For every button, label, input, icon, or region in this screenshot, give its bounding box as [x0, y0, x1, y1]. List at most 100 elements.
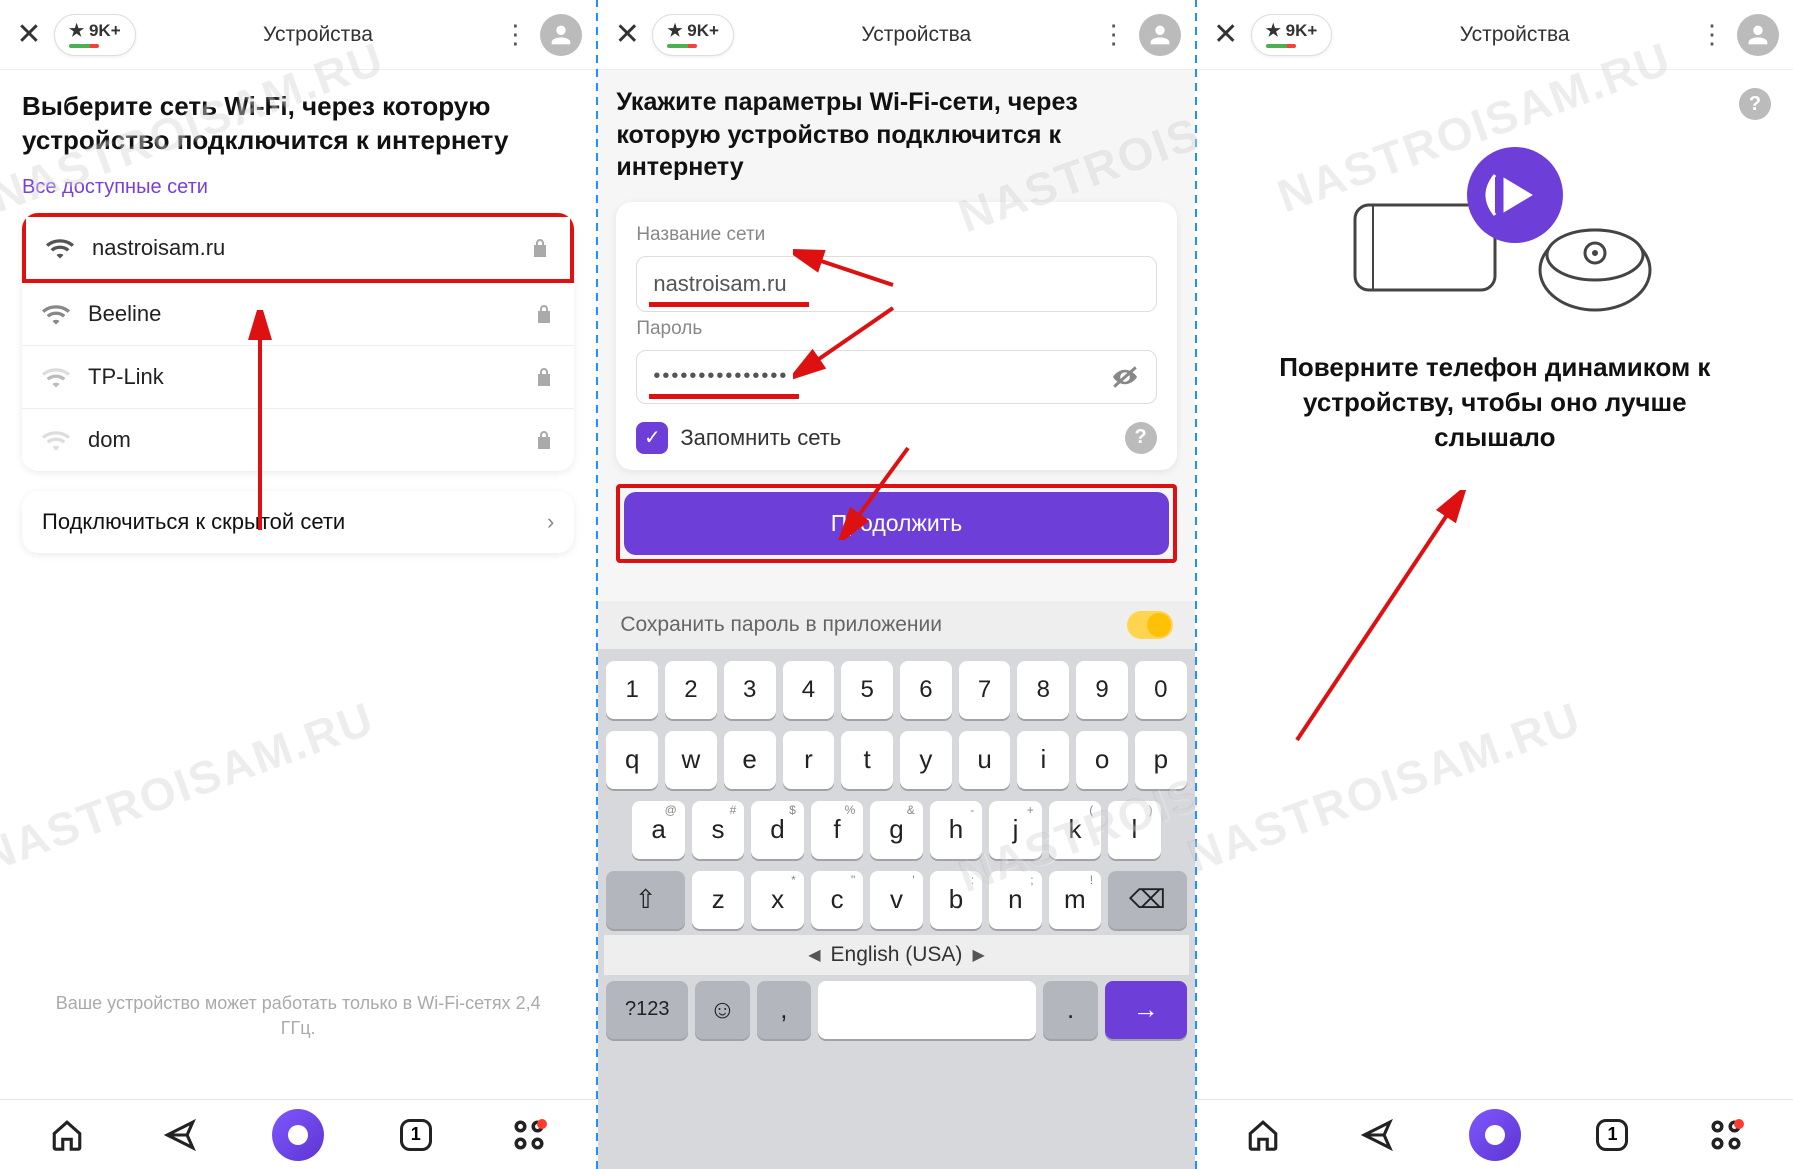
wifi-name: nastroisam.ru: [92, 235, 512, 261]
nav-alice-button[interactable]: [1469, 1109, 1521, 1161]
tab-progress-bar: [69, 44, 99, 48]
continue-button[interactable]: Продолжить: [624, 492, 1168, 555]
key-4[interactable]: 4: [783, 661, 835, 719]
network-name-input[interactable]: nastroisam.ru: [636, 256, 1156, 312]
password-mask: •••••••••••••••: [653, 365, 1109, 388]
tab-chip[interactable]: ★ 9K+: [652, 14, 734, 56]
keyboard: 1234567890 qwertyuiop a@s#d$f%g&h-j+k(l)…: [598, 649, 1194, 1169]
key-0[interactable]: 0: [1135, 661, 1187, 719]
chevron-right-icon: ▶: [972, 945, 984, 965]
nav-services-icon[interactable]: [507, 1113, 551, 1157]
wifi-row-beeline[interactable]: Beeline: [22, 283, 574, 346]
help-icon[interactable]: ?: [1125, 422, 1157, 454]
key-w[interactable]: w: [665, 731, 717, 789]
save-password-toggle[interactable]: [1127, 611, 1173, 639]
key-enter[interactable]: →: [1105, 981, 1187, 1039]
key-i[interactable]: i: [1017, 731, 1069, 789]
close-icon[interactable]: ✕: [14, 17, 44, 52]
wifi-row-dom[interactable]: dom: [22, 409, 574, 471]
key-q[interactable]: q: [606, 731, 658, 789]
key-p[interactable]: p: [1135, 731, 1187, 789]
nav-tabs-icon[interactable]: 1: [394, 1113, 438, 1157]
wifi-icon: [42, 429, 70, 451]
nav-alice-button[interactable]: [272, 1109, 324, 1161]
key-r[interactable]: r: [783, 731, 835, 789]
key-z[interactable]: z: [692, 871, 744, 929]
key-8[interactable]: 8: [1017, 661, 1069, 719]
wifi-row-tplink[interactable]: TP-Link: [22, 346, 574, 409]
key-o[interactable]: o: [1076, 731, 1128, 789]
wifi-name: Beeline: [88, 301, 516, 327]
more-menu-icon[interactable]: [1099, 19, 1129, 50]
tab-chip[interactable]: ★ 9K+: [54, 14, 136, 56]
key-x[interactable]: x*: [751, 871, 803, 929]
key-j[interactable]: j+: [989, 801, 1041, 859]
key-t[interactable]: t: [841, 731, 893, 789]
key-v[interactable]: v': [870, 871, 922, 929]
key-c[interactable]: c": [811, 871, 863, 929]
nav-home-icon[interactable]: [1241, 1113, 1285, 1157]
more-menu-icon[interactable]: [500, 19, 530, 50]
key-5[interactable]: 5: [841, 661, 893, 719]
chevron-left-icon: ◀: [808, 945, 820, 965]
avatar[interactable]: [540, 14, 582, 56]
key-n[interactable]: n;: [989, 871, 1041, 929]
key-s[interactable]: s#: [692, 801, 744, 859]
key-u[interactable]: u: [959, 731, 1011, 789]
avatar[interactable]: [1737, 14, 1779, 56]
key-m[interactable]: m!: [1049, 871, 1101, 929]
key-6[interactable]: 6: [900, 661, 952, 719]
remember-row: ✓ Запомнить сеть ?: [636, 422, 1156, 454]
key-b[interactable]: b:: [930, 871, 982, 929]
wifi-row-nastroisam[interactable]: nastroisam.ru: [22, 213, 574, 283]
remember-checkbox[interactable]: ✓: [636, 422, 668, 454]
hidden-network-label: Подключиться к скрытой сети: [42, 509, 345, 535]
key-d[interactable]: d$: [751, 801, 803, 859]
password-label: Пароль: [636, 318, 1156, 340]
key-2[interactable]: 2: [665, 661, 717, 719]
nav-home-icon[interactable]: [45, 1113, 89, 1157]
key-symbols[interactable]: ?123: [606, 981, 688, 1039]
key-shift[interactable]: ⇧: [606, 871, 685, 929]
nav-send-icon[interactable]: [158, 1113, 202, 1157]
turn-phone-illustration: [1219, 120, 1771, 350]
key-7[interactable]: 7: [959, 661, 1011, 719]
tab-chip[interactable]: ★ 9K+: [1251, 14, 1333, 56]
key-g[interactable]: g&: [870, 801, 922, 859]
nav-services-icon[interactable]: [1704, 1113, 1748, 1157]
key-3[interactable]: 3: [724, 661, 776, 719]
key-backspace[interactable]: ⌫: [1108, 871, 1187, 929]
avatar[interactable]: [1139, 14, 1181, 56]
key-emoji[interactable]: ☺: [695, 981, 750, 1039]
key-l[interactable]: l): [1108, 801, 1160, 859]
keyboard-lang-bar[interactable]: ◀ English (USA) ▶: [604, 935, 1188, 975]
key-comma[interactable]: ,: [757, 981, 812, 1039]
nav-send-icon[interactable]: [1355, 1113, 1399, 1157]
key-1[interactable]: 1: [606, 661, 658, 719]
bottom-nav: 1: [0, 1099, 596, 1169]
nav-tabs-icon[interactable]: 1: [1590, 1113, 1634, 1157]
key-9[interactable]: 9: [1076, 661, 1128, 719]
all-networks-link[interactable]: Все доступные сети: [22, 176, 574, 199]
eye-off-icon[interactable]: [1110, 365, 1140, 389]
close-icon[interactable]: ✕: [612, 17, 642, 52]
more-menu-icon[interactable]: [1697, 19, 1727, 50]
close-icon[interactable]: ✕: [1211, 17, 1241, 52]
key-f[interactable]: f%: [811, 801, 863, 859]
key-h[interactable]: h-: [930, 801, 982, 859]
screen-2-wifi-form: ✕ ★ 9K+ Устройства Укажите параметры Wi-…: [598, 0, 1194, 1169]
key-a[interactable]: a@: [632, 801, 684, 859]
wifi-name: dom: [88, 427, 516, 453]
wifi-name: TP-Link: [88, 364, 516, 390]
key-e[interactable]: e: [724, 731, 776, 789]
key-k[interactable]: k(: [1049, 801, 1101, 859]
annotation-arrow: [1287, 490, 1467, 750]
key-dot[interactable]: .: [1043, 981, 1098, 1039]
header: ✕ ★ 9K+ Устройства: [0, 0, 596, 70]
continue-highlight: Продолжить: [616, 484, 1176, 563]
page-title: Устройства: [744, 23, 1089, 47]
key-y[interactable]: y: [900, 731, 952, 789]
password-input[interactable]: •••••••••••••••: [636, 350, 1156, 404]
key-space[interactable]: [818, 981, 1036, 1039]
connect-hidden-network[interactable]: Подключиться к скрытой сети ›: [22, 491, 574, 553]
